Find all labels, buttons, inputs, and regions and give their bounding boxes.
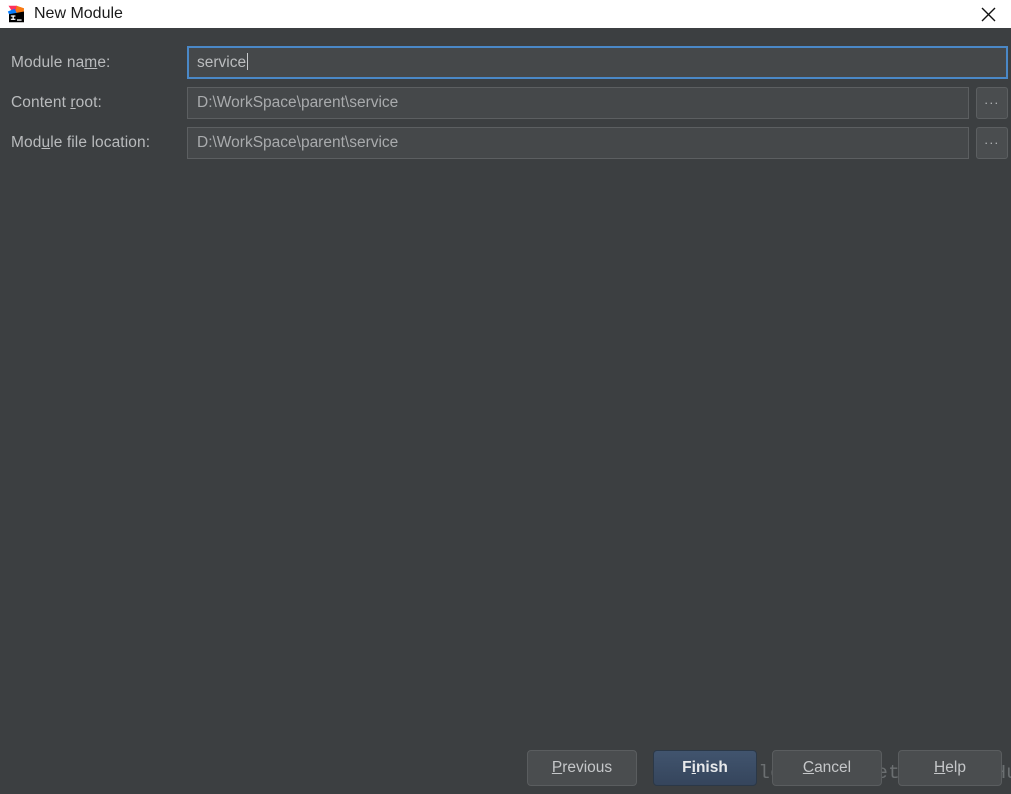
label-text-part: oot: <box>75 94 102 111</box>
label-module-name: Module name: <box>0 54 187 72</box>
button-mnemonic: C <box>802 759 815 776</box>
new-module-dialog: New Module Module name: service Content … <box>0 0 1011 794</box>
label-mnemonic: m <box>84 53 98 71</box>
previous-button[interactable]: Previous <box>527 750 637 786</box>
help-button[interactable]: Help <box>898 750 1002 786</box>
module-file-location-input[interactable]: D:\WorkSpace\parent\service <box>187 127 969 159</box>
module-file-location-value: D:\WorkSpace\parent\service <box>197 134 399 151</box>
label-content-root: Content root: <box>0 94 187 112</box>
label-module-file-location: Module file location: <box>0 134 187 152</box>
form-row-module-name: Module name: service <box>0 46 1011 79</box>
label-text-part: e: <box>97 53 111 71</box>
label-text-part: le file location: <box>50 134 151 151</box>
text-caret <box>247 53 249 70</box>
label-mnemonic: u <box>41 134 51 151</box>
intellij-idea-icon <box>7 5 24 23</box>
button-text-part: nish <box>695 759 728 776</box>
button-mnemonic: P <box>551 759 563 776</box>
ellipsis-icon: ... <box>984 91 1000 107</box>
window-title: New Module <box>34 5 123 22</box>
button-label: Cancel <box>803 759 851 777</box>
button-label: Help <box>934 759 966 777</box>
label-text-part: Content <box>11 94 71 111</box>
module-file-location-browse-button[interactable]: ... <box>976 127 1008 159</box>
form-row-content-root: Content root: D:\WorkSpace\parent\servic… <box>0 87 1011 119</box>
button-text-part: revious <box>562 759 613 776</box>
content-root-value: D:\WorkSpace\parent\service <box>197 94 399 111</box>
module-name-value: service <box>197 54 247 71</box>
form-row-module-file-location: Module file location: D:\WorkSpace\paren… <box>0 127 1011 159</box>
content-root-browse-button[interactable]: ... <box>976 87 1008 119</box>
close-button[interactable] <box>965 0 1011 28</box>
module-name-input[interactable]: service <box>187 46 1008 79</box>
label-text-part: Mod <box>11 134 42 151</box>
finish-button[interactable]: Finish <box>653 750 757 786</box>
label-text-part: Module na <box>11 53 85 71</box>
button-mnemonic: H <box>934 759 946 776</box>
button-label: Previous <box>552 759 612 777</box>
cancel-button[interactable]: Cancel <box>772 750 882 786</box>
button-text-part: elp <box>945 759 966 776</box>
button-label: Finish <box>682 759 728 777</box>
title-bar: New Module <box>0 0 1011 28</box>
content-root-input[interactable]: D:\WorkSpace\parent\service <box>187 87 969 119</box>
button-text-part: ancel <box>814 759 852 776</box>
button-text-part: F <box>682 759 692 776</box>
close-icon <box>981 7 995 21</box>
ellipsis-icon: ... <box>984 131 1000 147</box>
